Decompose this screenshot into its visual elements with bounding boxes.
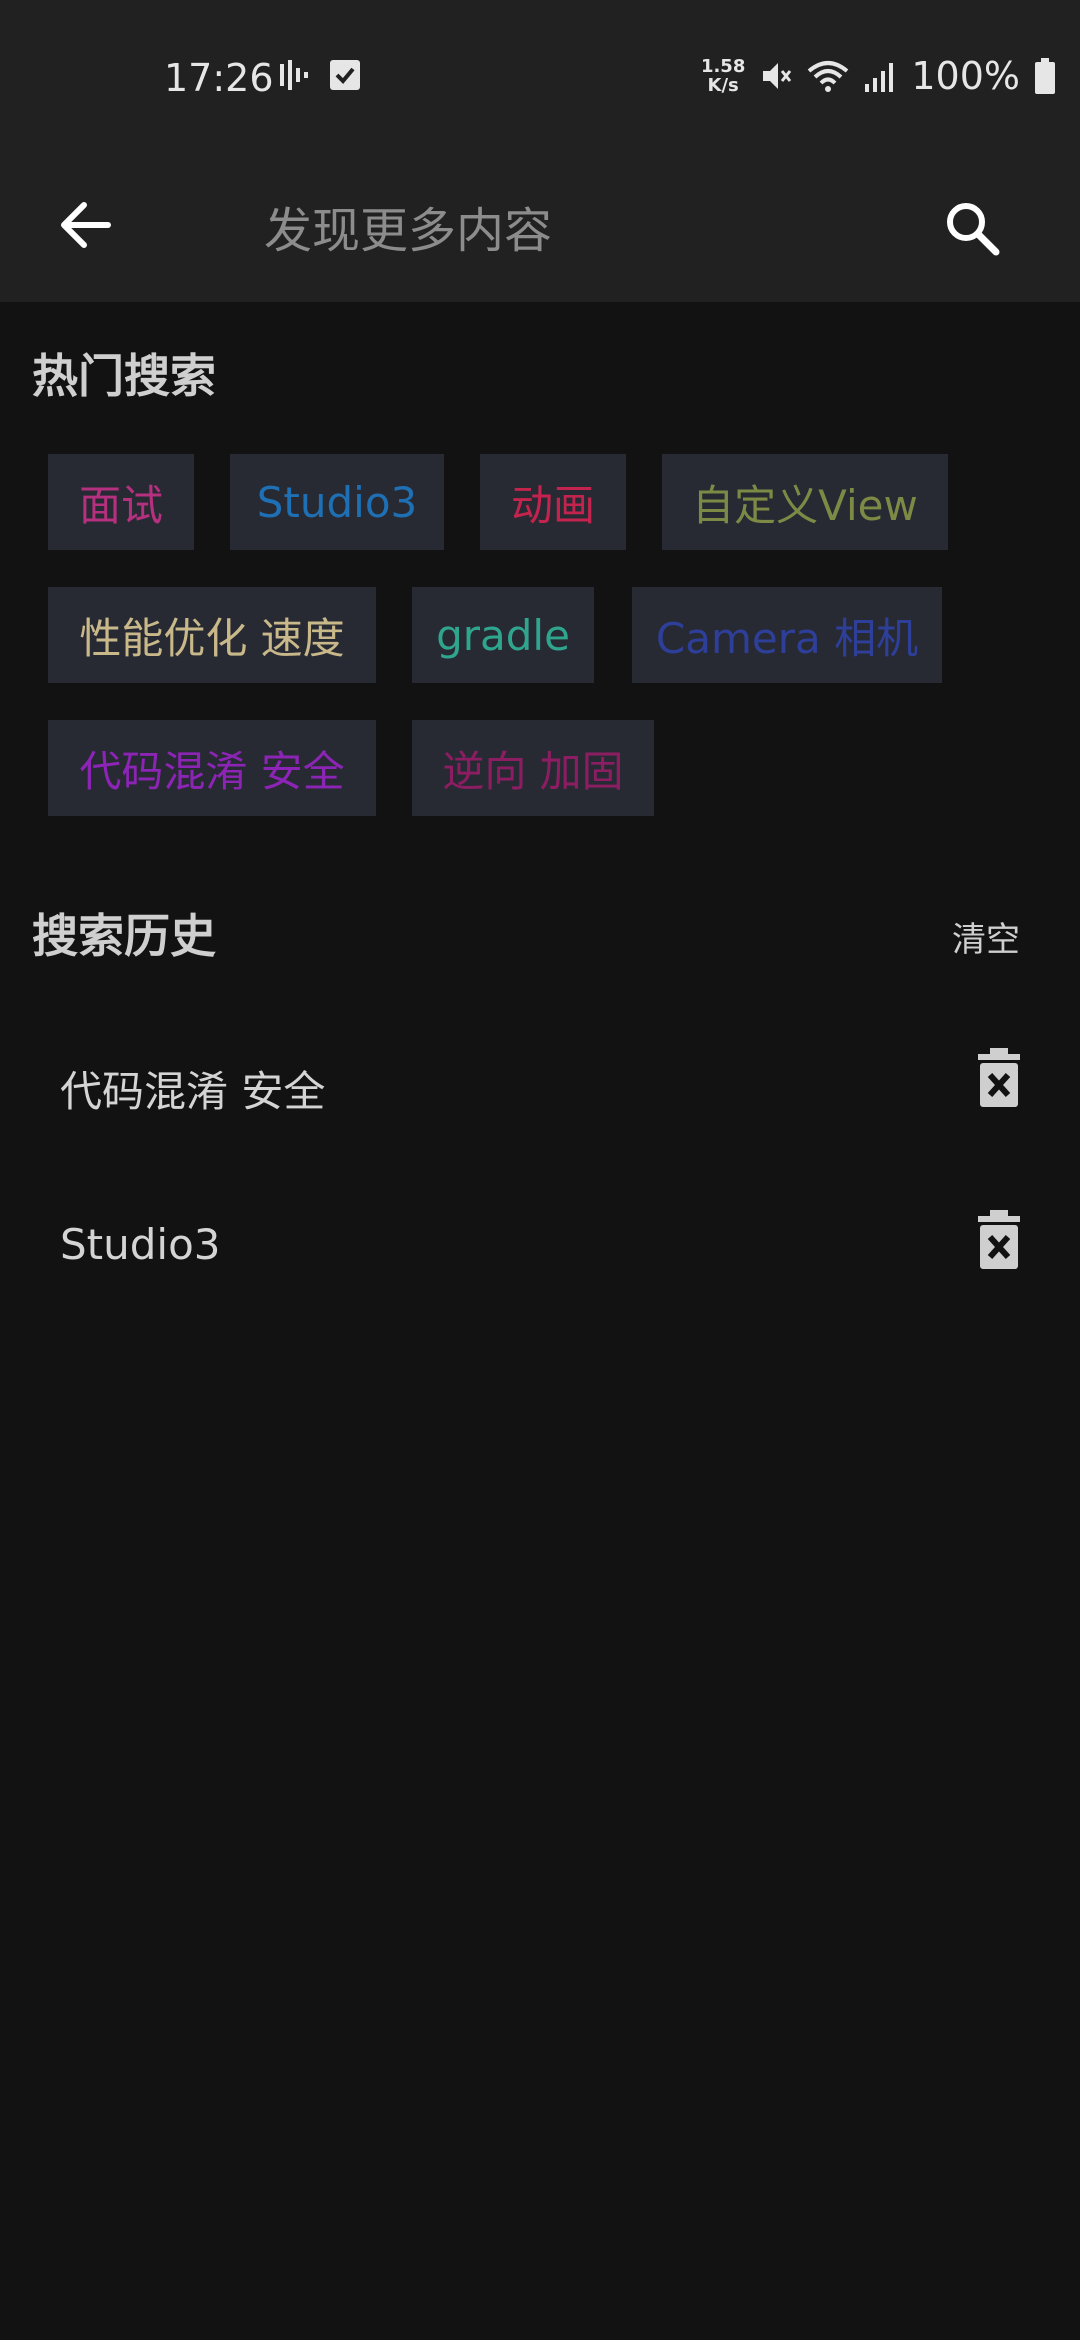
hot-tag[interactable]: 逆向 加固 (412, 720, 654, 816)
delete-icon (978, 1210, 1020, 1269)
hot-tag[interactable]: Camera 相机 (632, 587, 942, 683)
history-item[interactable]: Studio3 (0, 1174, 1080, 1314)
status-left-icons (278, 60, 360, 90)
history-item[interactable]: 代码混淆 安全 (0, 1012, 1080, 1152)
battery-icon (1035, 58, 1055, 94)
clear-history-button[interactable]: 清空 (952, 912, 1020, 961)
status-bar: 17:26 1.58 K/s 100% (0, 0, 1080, 160)
mute-icon (763, 63, 792, 89)
net-speed: 1.58 K/s (700, 56, 746, 96)
delete-history-button[interactable] (976, 1210, 1022, 1270)
hot-tag[interactable]: 代码混淆 安全 (48, 720, 376, 816)
search-input[interactable] (262, 186, 906, 276)
history-item-label: 代码混淆 安全 (60, 1067, 326, 1116)
search-toolbar (0, 160, 1080, 302)
status-right-icons: 1.58 K/s 100% (701, 54, 1056, 98)
hot-search-title: 热门搜索 (32, 349, 216, 403)
hot-tag[interactable]: Studio3 (230, 454, 444, 550)
search-button[interactable] (934, 190, 1010, 266)
arrow-left-icon (61, 202, 111, 248)
hot-tag[interactable]: 性能优化 速度 (48, 587, 376, 683)
search-icon (947, 203, 1000, 256)
hot-tag[interactable]: 面试 (48, 454, 194, 550)
signal-icon (865, 63, 894, 92)
delete-history-button[interactable] (976, 1048, 1022, 1108)
history-item-label: Studio3 (60, 1220, 221, 1269)
search-history-title: 搜索历史 (32, 909, 216, 963)
hot-tag[interactable]: gradle (412, 587, 594, 683)
task-done-icon (330, 60, 360, 90)
audio-wave-icon (280, 60, 308, 90)
wifi-icon (808, 61, 849, 92)
battery-percent: 100% (911, 54, 1020, 98)
delete-icon (978, 1048, 1020, 1107)
hot-tag[interactable]: 动画 (480, 454, 626, 550)
hot-tag[interactable]: 自定义View (662, 454, 948, 550)
status-time: 17:26 (164, 56, 274, 100)
back-button[interactable] (50, 190, 120, 260)
